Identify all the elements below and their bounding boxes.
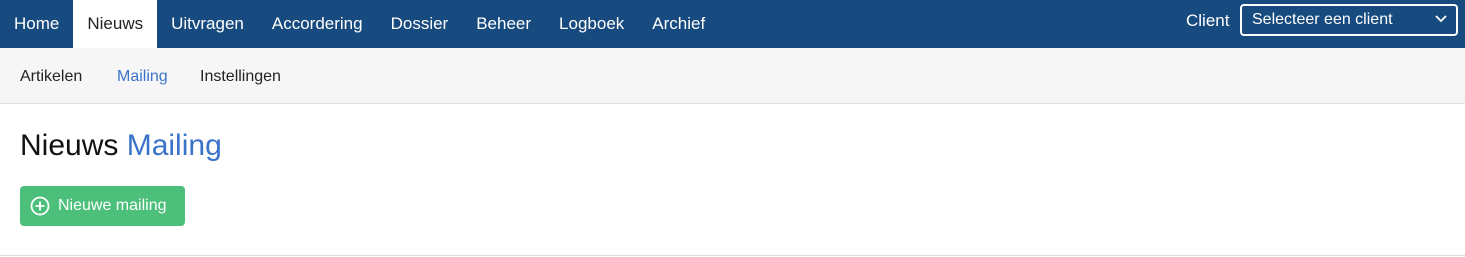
tab-archief[interactable]: Archief xyxy=(638,0,719,48)
new-mailing-button-label: Nieuwe mailing xyxy=(58,197,167,214)
client-select[interactable]: Selecteer een client xyxy=(1240,4,1458,36)
client-label: Client xyxy=(1186,11,1230,30)
tab-uitvragen[interactable]: Uitvragen xyxy=(157,0,258,48)
subnav-item-artikelen[interactable]: Artikelen xyxy=(20,48,82,104)
sub-navigation: Artikelen Mailing Instellingen xyxy=(0,48,1465,104)
tab-home[interactable]: Home xyxy=(0,0,73,48)
tab-logboek[interactable]: Logboek xyxy=(545,0,638,48)
subnav-item-mailing[interactable]: Mailing xyxy=(117,48,168,104)
new-mailing-button[interactable]: Nieuwe mailing xyxy=(20,186,185,226)
page-title-accent: Mailing xyxy=(126,129,222,162)
chevron-down-icon xyxy=(1435,15,1447,23)
plus-circle-icon xyxy=(30,196,50,216)
main-tabs: Home Nieuws Uitvragen Accordering Dossie… xyxy=(0,0,719,48)
tab-nieuws[interactable]: Nieuws xyxy=(73,0,158,48)
main-content: Nieuws Mailing Nieuwe mailing xyxy=(0,104,1465,256)
tab-dossier[interactable]: Dossier xyxy=(377,0,463,48)
tab-accordering[interactable]: Accordering xyxy=(258,0,377,48)
top-navigation-bar: Home Nieuws Uitvragen Accordering Dossie… xyxy=(0,0,1465,48)
page-title-main: Nieuws xyxy=(20,129,119,162)
tab-beheer[interactable]: Beheer xyxy=(462,0,545,48)
client-select-value: Selecteer een client xyxy=(1252,11,1393,28)
subnav-item-instellingen[interactable]: Instellingen xyxy=(200,48,281,104)
page-title: Nieuws Mailing xyxy=(20,128,222,164)
